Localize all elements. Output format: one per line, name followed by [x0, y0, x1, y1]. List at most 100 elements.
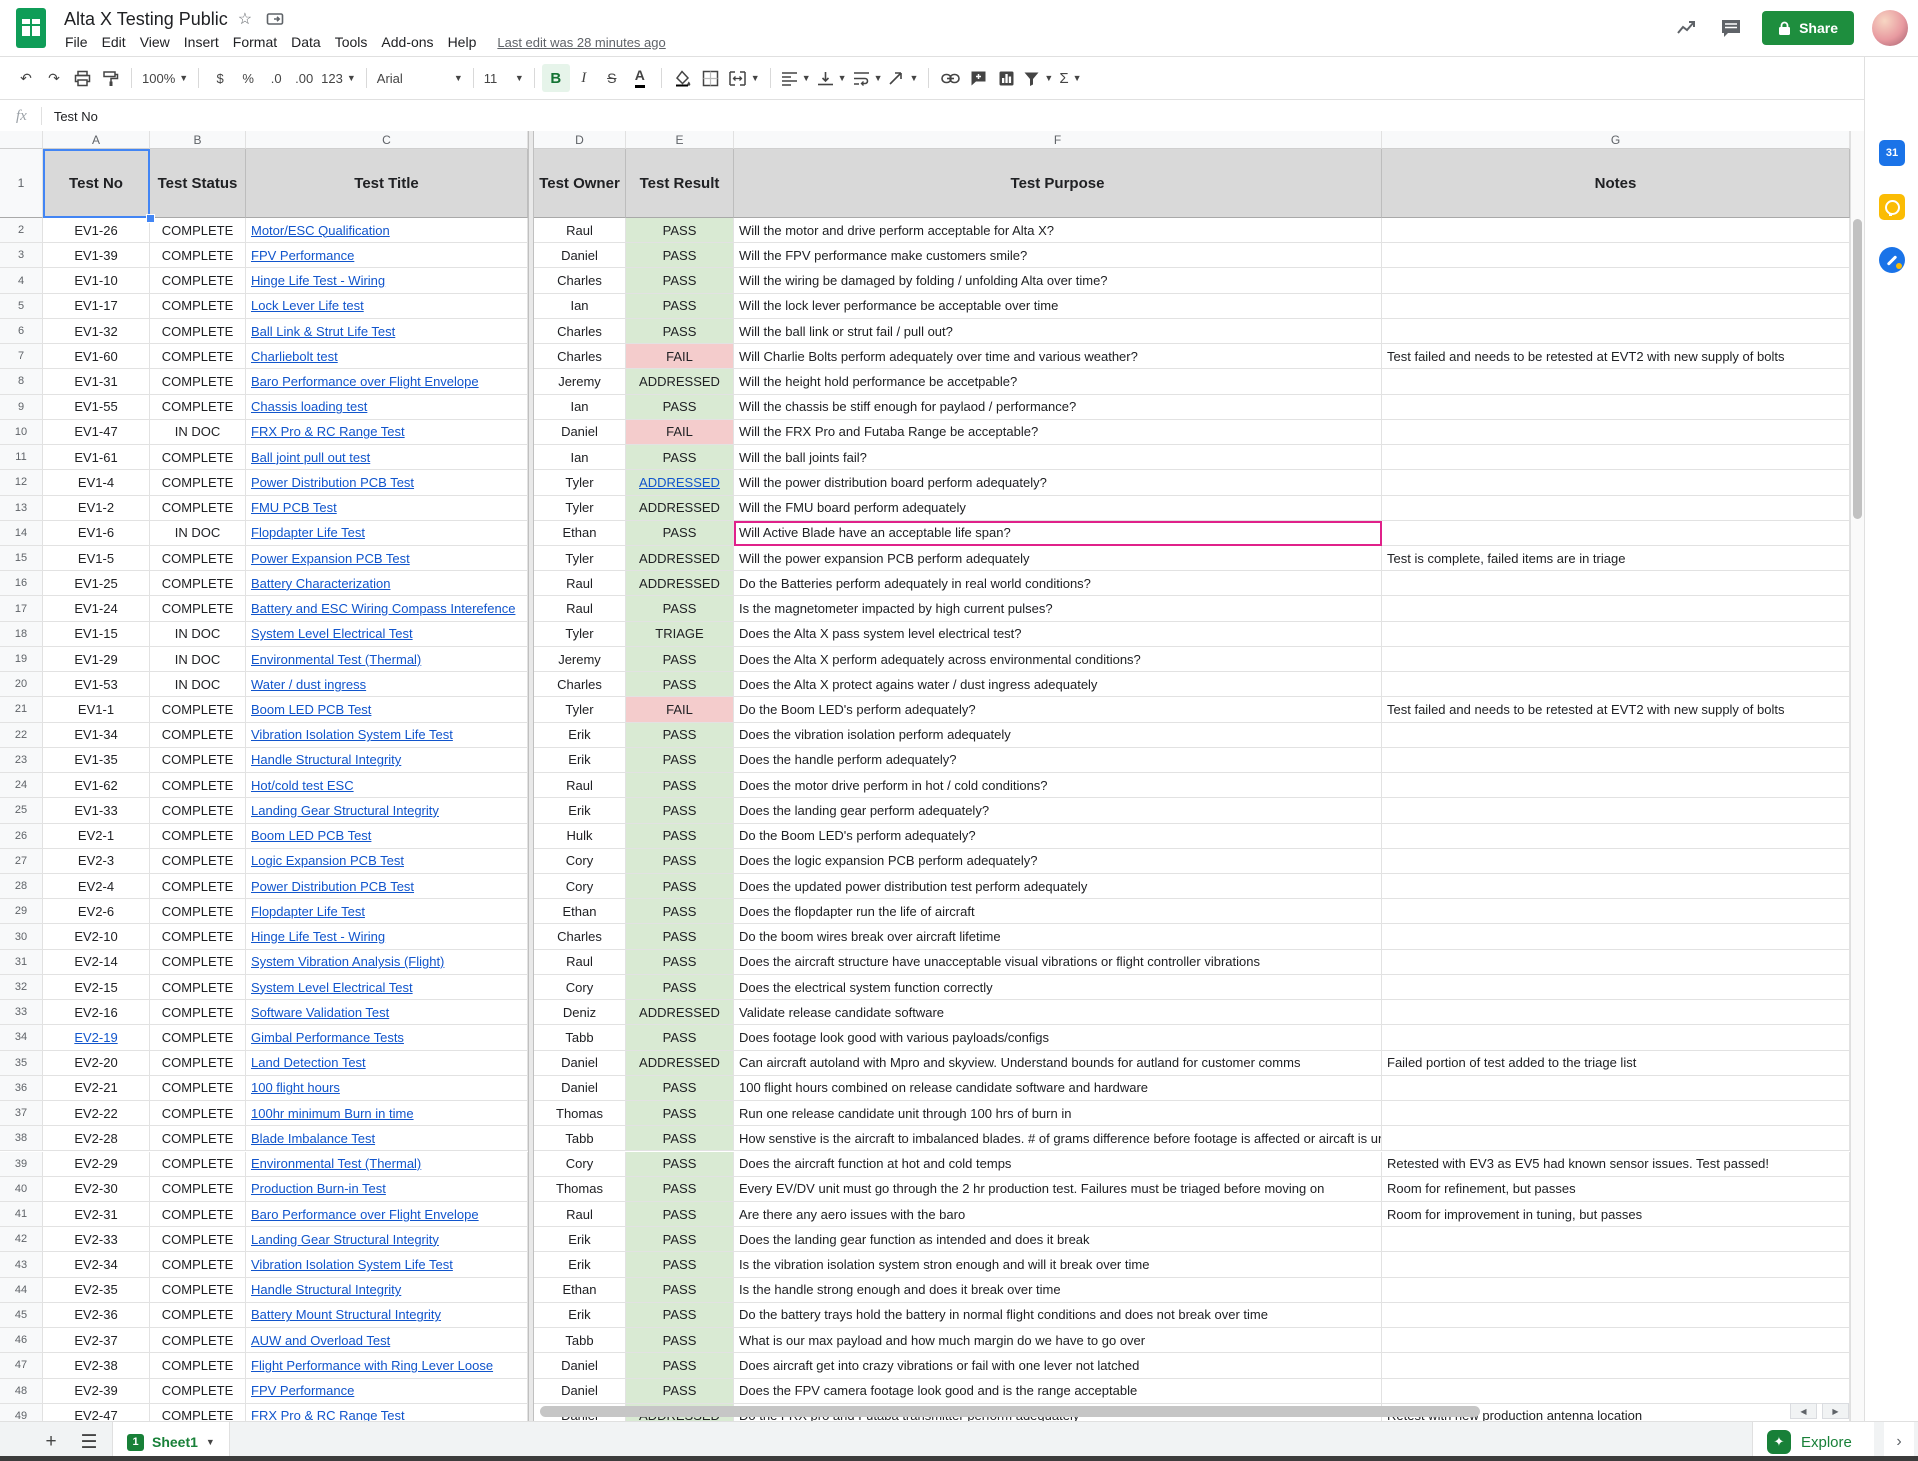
column-letter-d[interactable]: D [534, 131, 626, 149]
cell-test-owner[interactable]: Charles [534, 672, 626, 697]
cell-test-result[interactable]: ADDRESSED [626, 1051, 734, 1076]
header-notes[interactable]: Notes [1382, 149, 1850, 218]
cell-test-owner[interactable]: Jeremy [534, 647, 626, 672]
menu-help[interactable]: Help [441, 31, 484, 53]
cell-test-no[interactable]: EV2-47 [43, 1404, 150, 1421]
cell-test-status[interactable]: COMPLETE [150, 1051, 246, 1076]
cell-test-result[interactable]: PASS [626, 1101, 734, 1126]
format-currency-button[interactable]: $ [206, 64, 234, 92]
column-letter-c[interactable]: C [246, 131, 528, 149]
cell-test-owner[interactable]: Charles [534, 268, 626, 293]
row-number[interactable]: 10 [0, 420, 43, 445]
filter-icon[interactable]: ▼ [1020, 64, 1056, 92]
cell-test-title[interactable]: Logic Expansion PCB Test [246, 849, 528, 874]
test-title-link[interactable]: Handle Structural Integrity [251, 1282, 401, 1297]
cell-test-purpose[interactable]: Will the height hold performance be acce… [734, 369, 1382, 394]
cell-test-result[interactable]: PASS [626, 723, 734, 748]
cell-test-no[interactable]: EV2-28 [43, 1126, 150, 1151]
cell-test-no[interactable]: EV1-35 [43, 748, 150, 773]
cell-test-owner[interactable]: Tyler [534, 697, 626, 722]
cell-test-purpose[interactable]: Will the power distribution board perfor… [734, 470, 1382, 495]
cell-notes[interactable] [1382, 420, 1850, 445]
cell-test-purpose[interactable]: Validate release candidate software [734, 1000, 1382, 1025]
cell-test-title[interactable]: Water / dust ingress [246, 672, 528, 697]
cell-test-status[interactable]: COMPLETE [150, 723, 246, 748]
cell-test-result[interactable]: PASS [626, 849, 734, 874]
cell-test-owner[interactable]: Cory [534, 849, 626, 874]
cell-test-status[interactable]: COMPLETE [150, 369, 246, 394]
cell-test-status[interactable]: COMPLETE [150, 470, 246, 495]
cell-test-result[interactable]: PASS [626, 773, 734, 798]
cell-test-no[interactable]: EV2-3 [43, 849, 150, 874]
cell-notes[interactable]: Test failed and needs to be retested at … [1382, 697, 1850, 722]
test-title-link[interactable]: Baro Performance over Flight Envelope [251, 1207, 479, 1222]
cell-test-purpose[interactable]: 100 flight hours combined on release can… [734, 1076, 1382, 1101]
cell-test-title[interactable]: FPV Performance [246, 243, 528, 268]
cell-test-owner[interactable]: Daniel [534, 420, 626, 445]
cell-test-purpose[interactable]: Is the magnetometer impacted by high cur… [734, 596, 1382, 621]
cell-test-no[interactable]: EV2-16 [43, 1000, 150, 1025]
cell-test-title[interactable]: Boom LED PCB Test [246, 697, 528, 722]
frozen-pane-divider[interactable] [528, 131, 534, 1421]
cell-test-result[interactable]: PASS [626, 950, 734, 975]
cell-test-owner[interactable]: Ian [534, 445, 626, 470]
row-number[interactable]: 35 [0, 1051, 43, 1076]
test-title-link[interactable]: Ball Link & Strut Life Test [251, 324, 395, 339]
cell-test-no[interactable]: EV1-17 [43, 294, 150, 319]
test-title-link[interactable]: Blade Imbalance Test [251, 1131, 375, 1146]
cell-test-result[interactable]: PASS [626, 975, 734, 1000]
cell-test-owner[interactable]: Erik [534, 1252, 626, 1277]
cell-test-owner[interactable]: Erik [534, 798, 626, 823]
test-title-link[interactable]: FRX Pro & RC Range Test [251, 1408, 405, 1421]
header-test-owner[interactable]: Test Owner [534, 149, 626, 218]
menu-insert[interactable]: Insert [177, 31, 226, 53]
cell-test-result[interactable]: ADDRESSED [626, 1000, 734, 1025]
cell-test-title[interactable]: Chassis loading test [246, 395, 528, 420]
row-number[interactable]: 27 [0, 849, 43, 874]
format-percent-button[interactable]: % [234, 64, 262, 92]
cell-test-purpose[interactable]: Does the landing gear function as intend… [734, 1227, 1382, 1252]
cell-test-result[interactable]: PASS [626, 874, 734, 899]
cell-test-status[interactable]: COMPLETE [150, 1353, 246, 1378]
cell-test-no[interactable]: EV1-6 [43, 521, 150, 546]
cell-test-no[interactable]: EV1-29 [43, 647, 150, 672]
cell-test-owner[interactable]: Cory [534, 975, 626, 1000]
cell-test-title[interactable]: FRX Pro & RC Range Test [246, 1404, 528, 1421]
cell-test-purpose[interactable]: Does the FPV camera footage look good an… [734, 1379, 1382, 1404]
row-number[interactable]: 21 [0, 697, 43, 722]
row-number[interactable]: 31 [0, 950, 43, 975]
cell-test-result[interactable]: PASS [626, 899, 734, 924]
cell-notes[interactable] [1382, 521, 1850, 546]
row-number[interactable]: 3 [0, 243, 43, 268]
menu-view[interactable]: View [133, 31, 177, 53]
cell-test-owner[interactable]: Deniz [534, 1000, 626, 1025]
cell-test-result[interactable]: FAIL [626, 344, 734, 369]
undo-icon[interactable]: ↶ [12, 64, 40, 92]
test-title-link[interactable]: Hot/cold test ESC [251, 778, 354, 793]
row-number[interactable]: 22 [0, 723, 43, 748]
row-number[interactable]: 16 [0, 571, 43, 596]
row-number[interactable]: 19 [0, 647, 43, 672]
cell-test-purpose[interactable]: Do the Batteries perform adequately in r… [734, 571, 1382, 596]
cell-test-no[interactable]: EV2-15 [43, 975, 150, 1000]
test-title-link[interactable]: Software Validation Test [251, 1005, 389, 1020]
test-result-link[interactable]: ADDRESSED [639, 475, 720, 490]
cell-test-result[interactable]: PASS [626, 218, 734, 243]
cell-notes[interactable]: Room for improvement in tuning, but pass… [1382, 1202, 1850, 1227]
scroll-left-arrow[interactable]: ◀ [1790, 1403, 1817, 1419]
row-number[interactable]: 45 [0, 1303, 43, 1328]
cell-test-status[interactable]: IN DOC [150, 647, 246, 672]
cell-notes[interactable] [1382, 1101, 1850, 1126]
cell-test-owner[interactable]: Raul [534, 596, 626, 621]
test-title-link[interactable]: Lock Lever Life test [251, 298, 364, 313]
formula-bar[interactable]: fx Test No [0, 101, 1864, 132]
cell-test-no[interactable]: EV1-60 [43, 344, 150, 369]
cell-test-no[interactable]: EV1-32 [43, 319, 150, 344]
cell-test-owner[interactable]: Tyler [534, 496, 626, 521]
cell-test-no[interactable]: EV1-24 [43, 596, 150, 621]
cell-notes[interactable]: Failed portion of test added to the tria… [1382, 1051, 1850, 1076]
cell-test-status[interactable]: COMPLETE [150, 1152, 246, 1177]
cell-test-title[interactable]: Lock Lever Life test [246, 294, 528, 319]
cell-test-no[interactable]: EV2-37 [43, 1328, 150, 1353]
cell-notes[interactable] [1382, 268, 1850, 293]
